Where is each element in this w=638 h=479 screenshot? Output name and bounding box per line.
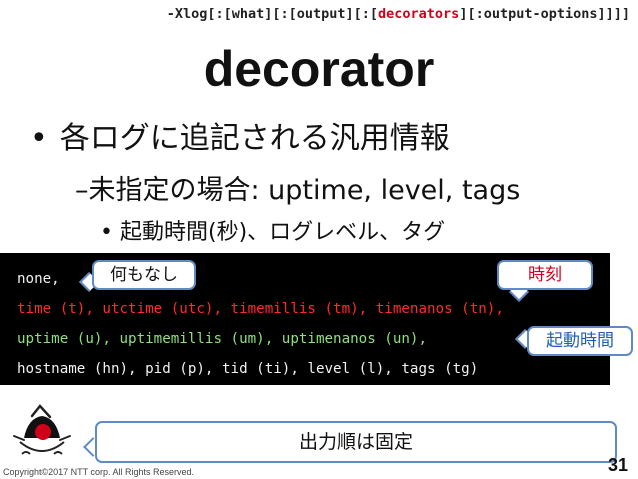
xlog-syntax: -Xlog[:[what][:[output][:[decorators][:o… (167, 6, 630, 22)
bullet-level3: • 起動時間(秒)、ログレベル、タグ (100, 214, 445, 246)
code-line-time: time (t), utctime (utc), timemillis (tm)… (17, 301, 504, 317)
callout-nothing: 何もなし (92, 260, 196, 290)
code-line-misc: hostname (hn), pid (p), tid (ti), level … (17, 361, 479, 377)
syntax-prefix: -Xlog[:[what][:[output][:[ (166, 6, 379, 22)
bullet-level2: –未指定の場合: uptime, level, tags (75, 175, 521, 206)
syntax-suffix: ][:output-options]]]] (459, 6, 630, 22)
callout-time: 時刻 (497, 260, 593, 290)
duke-mascot-icon (13, 404, 71, 455)
page-number: 31 (607, 455, 628, 475)
slide-title: decorator (203, 41, 435, 97)
bullet-level1-text: 各ログに追記される汎用情報 (59, 121, 450, 156)
copyright: Copyright©2017 NTT corp. All Rights Rese… (3, 467, 195, 477)
code-line-uptime: uptime (u), uptimemillis (um), uptimenan… (17, 331, 427, 347)
bullet-level1: • 各ログに追記される汎用情報 (30, 113, 450, 157)
callout-uptime: 起動時間 (527, 326, 633, 356)
syntax-decorators-highlight: decorators (378, 6, 460, 22)
callout-order: 出力順は固定 (95, 421, 617, 463)
bullet-icon: • (30, 121, 48, 156)
bullet-icon: • (100, 220, 113, 245)
code-line-none: none, (17, 271, 60, 287)
bullet-level3-text: 起動時間(秒)、ログレベル、タグ (119, 220, 446, 245)
